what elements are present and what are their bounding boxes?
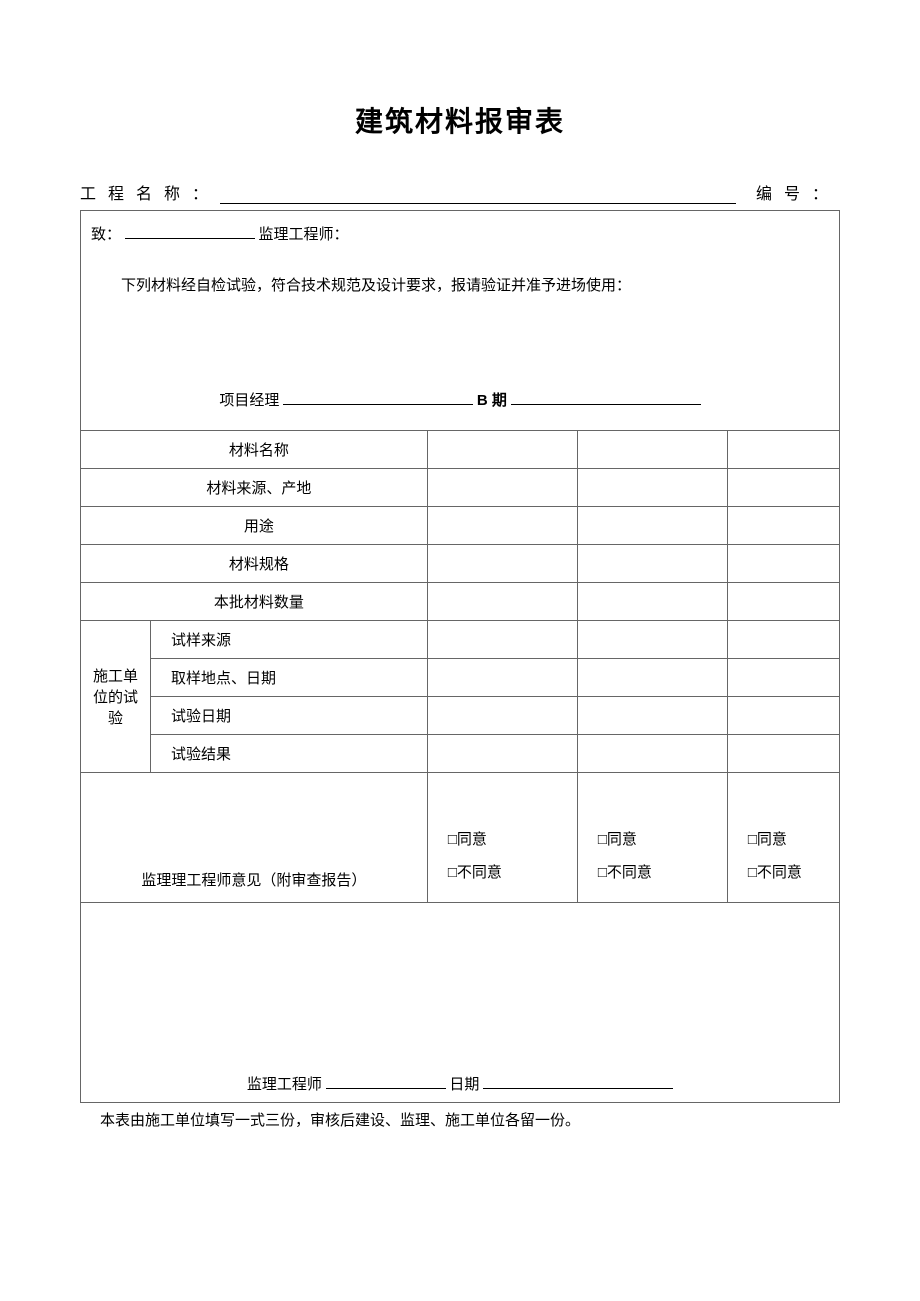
test-result-col2[interactable]	[577, 735, 727, 773]
row-test-result-label: 试验结果	[151, 735, 428, 773]
test-result-col3[interactable]	[727, 735, 839, 773]
project-name-field[interactable]	[220, 180, 736, 204]
project-name-label: 工程名称：	[80, 180, 220, 204]
intro-body: 下列材料经自检试验，符合技术规范及设计要求，报请验证并准予进场使用：	[91, 244, 829, 295]
agree-checkbox-1[interactable]: □同意	[448, 824, 567, 857]
footer-engineer-field[interactable]	[326, 1074, 446, 1089]
test-date-col1[interactable]	[427, 697, 577, 735]
test-date-col3[interactable]	[727, 697, 839, 735]
footer-date-field[interactable]	[483, 1074, 673, 1089]
group-construction-test-label: 施工单位的试验	[81, 621, 151, 773]
date-label-b: B 期	[477, 392, 507, 409]
main-table: 致： 监理工程师： 下列材料经自检试验，符合技术规范及设计要求，报请验证并准予进…	[80, 210, 840, 1103]
material-source-col1[interactable]	[427, 469, 577, 507]
usage-col2[interactable]	[577, 507, 727, 545]
material-name-col3[interactable]	[727, 431, 839, 469]
date-field[interactable]	[511, 390, 701, 405]
spec-col1[interactable]	[427, 545, 577, 583]
row-usage-label: 用途	[81, 507, 428, 545]
opinion-col2[interactable]: □同意 □不同意	[577, 773, 727, 903]
row-material-name-label: 材料名称	[81, 431, 428, 469]
serial-label: 编号：	[756, 180, 840, 204]
disagree-checkbox-3[interactable]: □不同意	[748, 857, 829, 890]
row-quantity-label: 本批材料数量	[81, 583, 428, 621]
sample-loc-col2[interactable]	[577, 659, 727, 697]
sample-loc-col1[interactable]	[427, 659, 577, 697]
header-line: 工程名称： 编号：	[80, 180, 840, 204]
footer-signature-cell: 监理工程师 日期	[81, 903, 840, 1103]
disagree-checkbox-1[interactable]: □不同意	[448, 857, 567, 890]
disagree-checkbox-2[interactable]: □不同意	[598, 857, 717, 890]
material-name-col1[interactable]	[427, 431, 577, 469]
usage-col1[interactable]	[427, 507, 577, 545]
sample-loc-col3[interactable]	[727, 659, 839, 697]
row-material-source-label: 材料来源、产地	[81, 469, 428, 507]
row-sample-loc-date-label: 取样地点、日期	[151, 659, 428, 697]
pm-field[interactable]	[283, 390, 473, 405]
spec-col2[interactable]	[577, 545, 727, 583]
usage-col3[interactable]	[727, 507, 839, 545]
opinion-col3[interactable]: □同意 □不同意	[727, 773, 839, 903]
intro-cell: 致： 监理工程师： 下列材料经自检试验，符合技术规范及设计要求，报请验证并准予进…	[81, 211, 840, 431]
sample-source-col3[interactable]	[727, 621, 839, 659]
row-spec-label: 材料规格	[81, 545, 428, 583]
row-sample-source-label: 试样来源	[151, 621, 428, 659]
pm-label: 项目经理	[219, 393, 279, 409]
footer-engineer-label: 监理工程师	[247, 1077, 322, 1093]
quantity-col2[interactable]	[577, 583, 727, 621]
to-prefix: 致：	[91, 227, 121, 243]
footer-note: 本表由施工单位填写一式三份，审核后建设、监理、施工单位各留一份。	[80, 1109, 840, 1130]
to-suffix: 监理工程师：	[259, 227, 349, 243]
opinion-col1[interactable]: □同意 □不同意	[427, 773, 577, 903]
pm-date-line: 项目经理 B 期	[81, 389, 839, 410]
material-source-col2[interactable]	[577, 469, 727, 507]
to-engineer-field[interactable]	[125, 224, 255, 239]
footer-date-label: 日期	[449, 1077, 479, 1093]
row-test-date-label: 试验日期	[151, 697, 428, 735]
sample-source-col2[interactable]	[577, 621, 727, 659]
test-date-col2[interactable]	[577, 697, 727, 735]
material-name-col2[interactable]	[577, 431, 727, 469]
quantity-col3[interactable]	[727, 583, 839, 621]
material-source-col3[interactable]	[727, 469, 839, 507]
agree-checkbox-3[interactable]: □同意	[748, 824, 829, 857]
form-title: 建筑材料报审表	[80, 100, 840, 140]
agree-checkbox-2[interactable]: □同意	[598, 824, 717, 857]
sample-source-col1[interactable]	[427, 621, 577, 659]
spec-col3[interactable]	[727, 545, 839, 583]
opinion-label: 监理理工程师意见（附审查报告）	[81, 773, 428, 903]
test-result-col1[interactable]	[427, 735, 577, 773]
quantity-col1[interactable]	[427, 583, 577, 621]
